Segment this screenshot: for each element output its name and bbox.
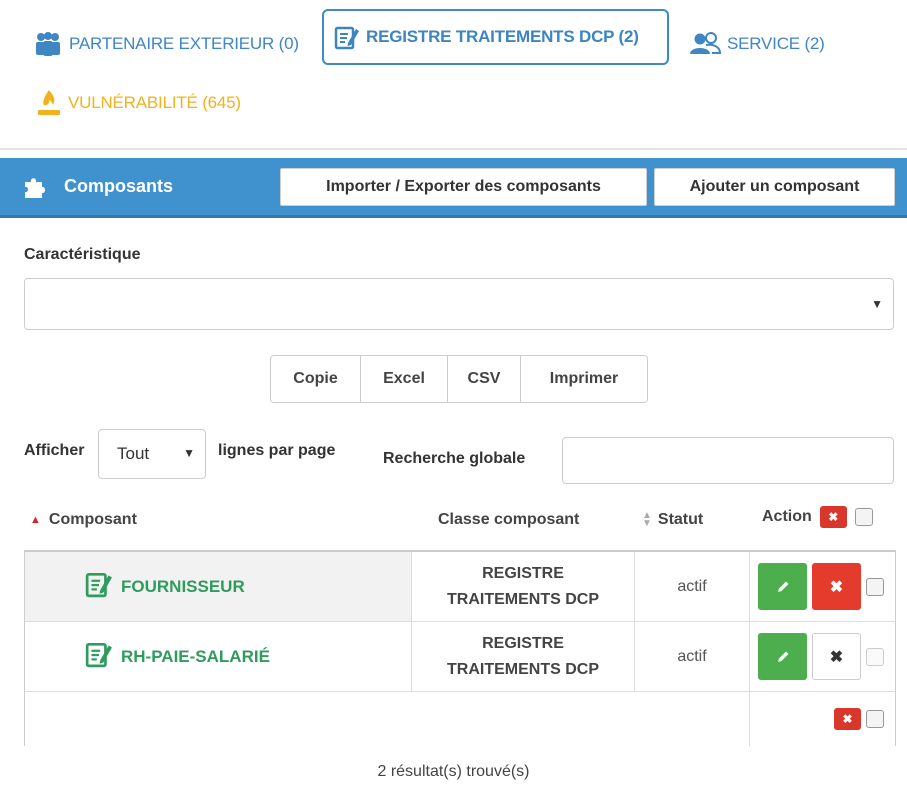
tab-label: REGISTRE TRAITEMENTS DCP (2): [366, 27, 639, 46]
delete-selected-button[interactable]: ✖: [834, 708, 861, 730]
tab-label: PARTENAIRE EXTERIEUR (0): [69, 34, 299, 53]
caracteristique-label: Caractéristique: [24, 246, 141, 263]
panel-title: Composants: [22, 158, 173, 215]
pencil-icon: [777, 581, 788, 592]
components-panel-header: Composants Importer / Exporter des compo…: [0, 158, 907, 218]
puzzle-icon: [22, 174, 48, 200]
classe-cell: REGISTRE TRAITEMENTS DCP: [412, 552, 635, 621]
results-count: 2 résultat(s) trouvé(s): [377, 763, 530, 780]
table-row: FOURNISSEUR REGISTRE TRAITEMENTS DCP act…: [25, 552, 895, 622]
composant-cell: FOURNISSEUR: [25, 552, 412, 621]
global-search-label: Recherche globale: [383, 450, 526, 467]
select-all-checkbox[interactable]: [866, 710, 884, 728]
print-button[interactable]: Imprimer: [521, 356, 647, 402]
table-row: RH-PAIE-SALARIÉ REGISTRE TRAITEMENTS DCP…: [25, 622, 895, 692]
component-name-link[interactable]: FOURNISSEUR: [121, 577, 245, 597]
action-cell: ✖: [750, 552, 895, 621]
length-suffix-label: lignes par page: [218, 442, 336, 459]
fire-icon: [36, 88, 62, 118]
column-header-label: Action: [762, 508, 812, 525]
edit-document-icon: [85, 640, 113, 673]
edit-document-icon: [334, 24, 360, 50]
tab-vulnerabilite[interactable]: VULNÉRABILITÉ (645): [36, 84, 241, 122]
sort-both-icon: ▲ ▼: [642, 510, 652, 529]
empty-cell: [25, 692, 750, 746]
tab-label: VULNÉRABILITÉ (645): [68, 93, 241, 112]
page-length-value: Tout: [117, 444, 150, 463]
pencil-icon: [777, 651, 788, 662]
column-header-action: Action ✖: [762, 506, 873, 528]
users-icon: [689, 32, 721, 56]
row-checkbox[interactable]: [866, 647, 884, 666]
action-cell: ✖: [750, 692, 895, 746]
edit-button[interactable]: [758, 633, 807, 680]
group-icon: [33, 32, 63, 56]
classe-line: TRAITEMENTS DCP: [447, 660, 599, 678]
caret-down-icon: ▼: [183, 446, 195, 460]
delete-button[interactable]: ✖: [812, 563, 861, 610]
statut-cell: actif: [635, 552, 750, 621]
page-length-select[interactable]: Tout ▼: [98, 429, 206, 479]
classe-line: REGISTRE: [482, 634, 564, 652]
delete-selected-button[interactable]: ✖: [819, 506, 847, 528]
classe-line: REGISTRE: [482, 564, 564, 582]
edit-button[interactable]: [758, 563, 807, 610]
column-header-label: Composant: [48, 511, 137, 528]
tab-service[interactable]: SERVICE (2): [689, 26, 825, 62]
sort-ascending-icon: ▲: [30, 514, 41, 526]
action-cell: ✖: [750, 622, 895, 691]
tab-bar: PARTENAIRE EXTERIEUR (0) REGISTRE TRAITE…: [0, 0, 907, 150]
excel-button[interactable]: Excel: [361, 356, 448, 402]
classe-line: TRAITEMENTS DCP: [447, 590, 599, 608]
add-component-button[interactable]: Ajouter un composant: [654, 168, 895, 206]
import-export-button[interactable]: Importer / Exporter des composants: [280, 168, 647, 206]
column-header-classe[interactable]: Classe composant: [438, 511, 579, 529]
tab-label: SERVICE (2): [727, 34, 825, 53]
classe-cell: REGISTRE TRAITEMENTS DCP: [412, 622, 635, 691]
statut-cell: actif: [635, 622, 750, 691]
column-header-composant[interactable]: ▲ Composant: [30, 511, 137, 529]
edit-document-icon: [85, 570, 113, 603]
table-footer-row: ✖: [25, 692, 895, 746]
component-name-link[interactable]: RH-PAIE-SALARIÉ: [121, 647, 270, 667]
csv-button[interactable]: CSV: [448, 356, 521, 402]
column-header-statut[interactable]: ▲ ▼ Statut: [642, 511, 703, 529]
caret-down-icon: ▼: [871, 297, 883, 311]
length-prefix-label: Afficher: [24, 442, 85, 459]
delete-button-disabled[interactable]: ✖: [812, 633, 861, 680]
composant-cell: RH-PAIE-SALARIÉ: [25, 622, 412, 691]
panel-title-label: Composants: [64, 176, 174, 196]
tab-registre-traitements-dcp[interactable]: REGISTRE TRAITEMENTS DCP (2): [322, 9, 669, 65]
caracteristique-select[interactable]: ▼: [24, 278, 894, 330]
tab-partenaire-exterieur[interactable]: PARTENAIRE EXTERIEUR (0): [33, 26, 299, 62]
row-checkbox[interactable]: [866, 577, 884, 596]
select-all-checkbox[interactable]: [854, 508, 873, 526]
global-search-input[interactable]: [562, 437, 894, 484]
components-table: FOURNISSEUR REGISTRE TRAITEMENTS DCP act…: [24, 550, 896, 746]
column-header-label: Statut: [657, 511, 704, 528]
export-button-group: Copie Excel CSV Imprimer: [270, 355, 648, 403]
copy-button[interactable]: Copie: [271, 356, 361, 402]
